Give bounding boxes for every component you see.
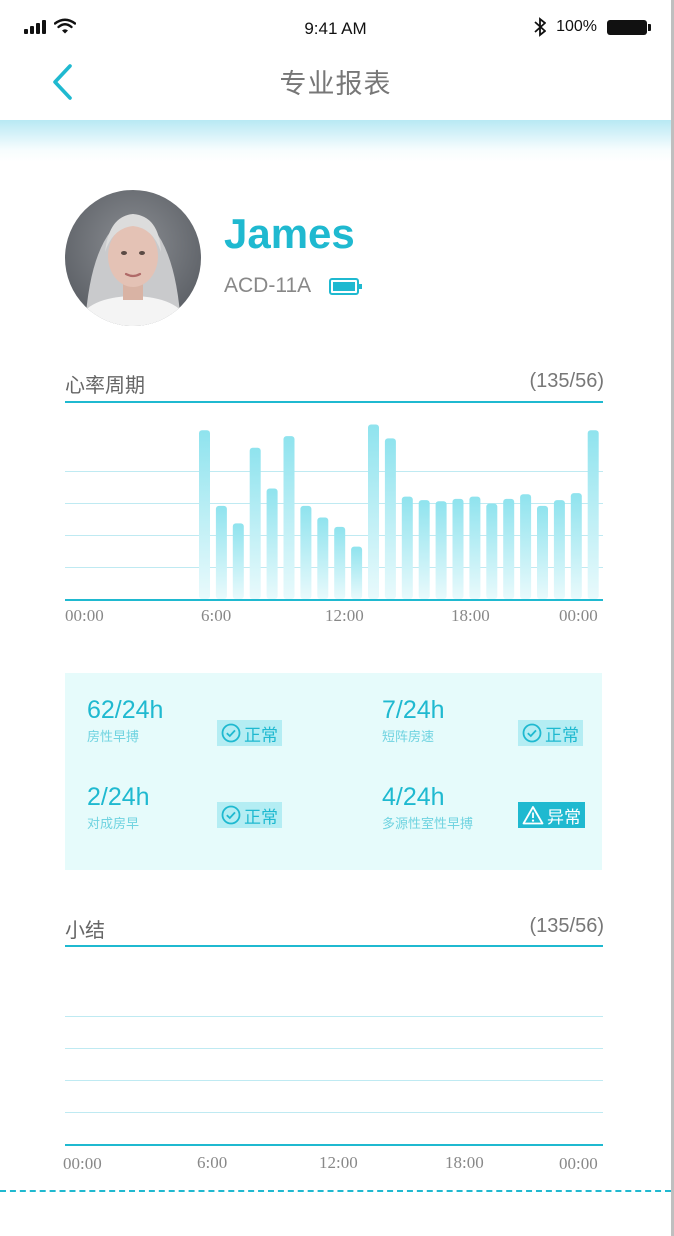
stats-panel: 62/24h 房性早搏 正常 7/24h 短阵房速 正常 2/24h 对成房早 …	[65, 673, 602, 870]
status-text: 正常	[244, 725, 278, 745]
grid-line	[65, 1016, 603, 1017]
heart-rate-bar	[486, 503, 498, 599]
device-id: ACD-11A	[224, 274, 312, 297]
check-circle-icon	[522, 723, 542, 743]
grid-line	[65, 1048, 603, 1049]
summary-top-rule	[65, 945, 603, 947]
heart-rate-bar	[587, 430, 599, 599]
heart-rate-bar	[317, 517, 329, 599]
heart-rate-bar	[232, 523, 244, 599]
stat-label: 对成房早	[87, 816, 140, 831]
x-tick-label: 12:00	[325, 606, 364, 625]
stat-label: 房性早搏	[87, 729, 140, 744]
heart-rate-bar	[368, 424, 379, 599]
heart-rate-bar	[401, 496, 413, 599]
status-text: 正常	[244, 807, 278, 827]
page-title: 专业报表	[279, 69, 392, 99]
heart-rate-bar	[384, 438, 396, 599]
status-text: 异常	[547, 807, 581, 827]
status-bar: 9:41 AM 100%	[0, 0, 671, 58]
heart-rate-bar	[300, 505, 312, 599]
heart-rate-bar	[283, 436, 295, 599]
dashed-divider	[0, 1190, 671, 1192]
x-tick-label: 18:00	[451, 606, 490, 625]
x-tick-label: 00:00	[65, 606, 104, 625]
grid-line	[65, 1112, 603, 1113]
device-battery-icon	[329, 277, 363, 295]
heart-rate-bar	[266, 488, 278, 599]
avatar[interactable]	[65, 190, 201, 326]
x-tick-label: 00:00	[559, 1154, 598, 1173]
heart-rate-bar	[570, 493, 582, 599]
stat-item: 2/24h 对成房早	[87, 783, 150, 832]
status-right: 100%	[534, 17, 651, 37]
stat-item: 4/24h 多源性室性早搏	[382, 783, 473, 832]
avatar-portrait	[65, 190, 201, 326]
summary-axis	[65, 1144, 603, 1146]
battery-percent: 100%	[556, 18, 597, 35]
stat-label: 短阵房速	[382, 729, 435, 744]
heart-rate-bar	[537, 505, 548, 599]
heart-rate-bar	[435, 501, 447, 599]
battery-icon	[607, 19, 651, 35]
heart-rate-axis	[65, 599, 603, 601]
stat-value: 7/24h	[382, 696, 445, 724]
status-badge: 正常	[217, 720, 282, 746]
summary-title: 小结	[65, 920, 105, 942]
device-info: ACD-11A	[224, 274, 363, 298]
heart-rate-bar	[199, 430, 210, 599]
status-badge: 正常	[518, 720, 583, 746]
heart-rate-bar	[553, 500, 565, 599]
x-tick-label: 18:00	[445, 1153, 484, 1172]
heart-rate-reading: (135/56)	[529, 370, 605, 392]
check-circle-icon	[221, 723, 241, 743]
heart-rate-bar	[334, 526, 346, 599]
summary-reading: (135/56)	[529, 915, 605, 937]
stat-value: 2/24h	[87, 783, 150, 811]
heart-rate-bar	[469, 496, 481, 599]
stat-value: 62/24h	[87, 696, 164, 724]
nav-bar: 专业报表	[0, 58, 671, 120]
user-name: James	[224, 210, 355, 257]
check-circle-icon	[221, 805, 241, 825]
x-tick-label: 6:00	[197, 1153, 228, 1172]
heart-rate-title: 心率周期	[65, 375, 145, 397]
heart-rate-bar	[351, 546, 363, 599]
heart-rate-bar	[503, 498, 515, 599]
status-text: 正常	[545, 725, 579, 745]
status-badge: 异常	[518, 802, 585, 828]
x-tick-label: 00:00	[559, 606, 598, 625]
bluetooth-icon	[534, 17, 547, 37]
heart-rate-bar	[520, 494, 532, 599]
heart-rate-chart	[199, 424, 599, 599]
warning-triangle-icon	[522, 806, 544, 825]
x-tick-label: 6:00	[201, 606, 232, 625]
stat-value: 4/24h	[382, 783, 445, 811]
stat-item: 62/24h 房性早搏	[87, 696, 163, 745]
stat-item: 7/24h 短阵房速	[382, 696, 445, 745]
heart-rate-bar	[249, 447, 261, 599]
heart-rate-bar	[452, 498, 464, 599]
nav-shadow	[0, 120, 671, 162]
x-tick-label: 12:00	[319, 1153, 358, 1172]
status-badge: 正常	[217, 802, 282, 828]
heart-rate-bar	[418, 500, 430, 599]
stat-label: 多源性室性早搏	[382, 816, 474, 831]
grid-line	[65, 1080, 603, 1081]
x-tick-label: 00:00	[63, 1154, 102, 1173]
heart-rate-bar	[215, 505, 227, 599]
